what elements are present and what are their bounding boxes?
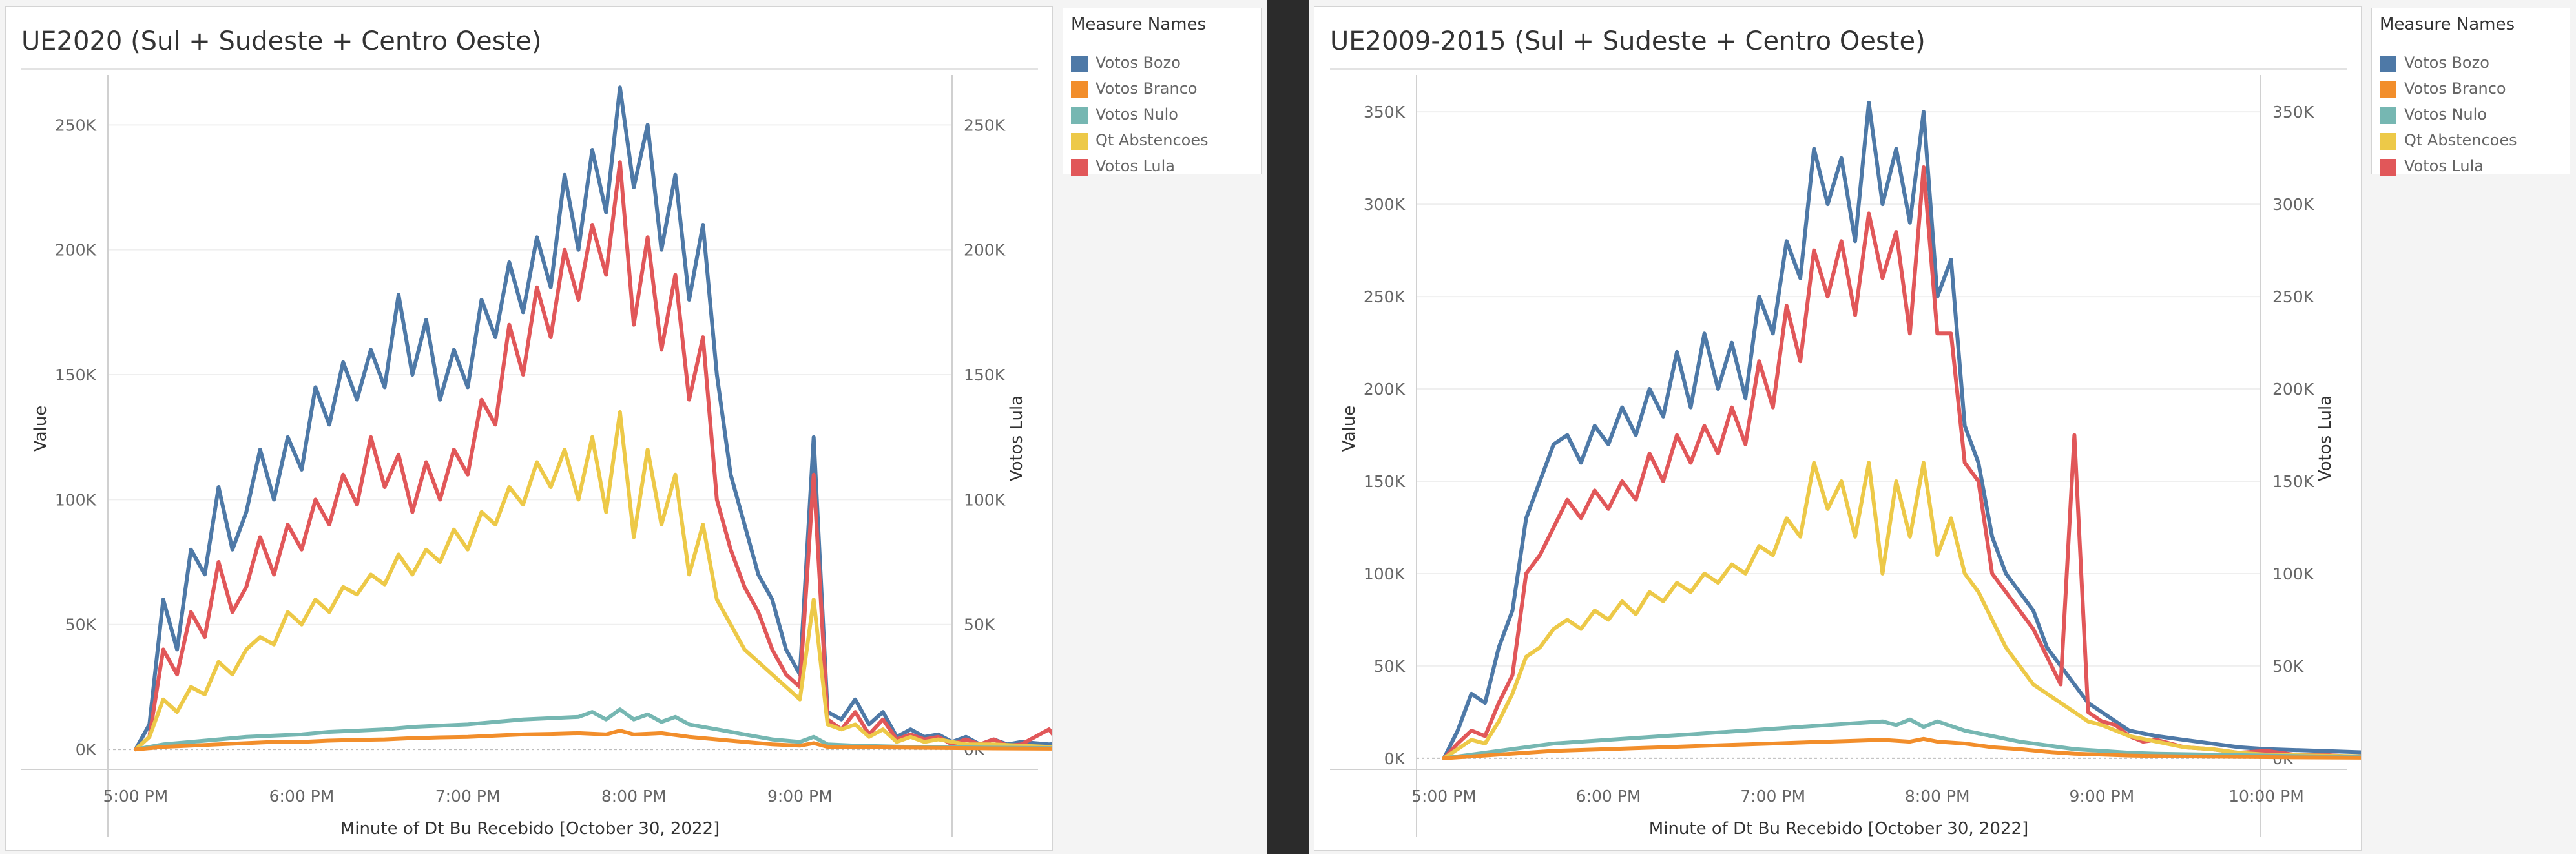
y-tick-label: 200K (1364, 380, 1406, 399)
y-tick-label: 300K (1364, 195, 1406, 214)
y-tick-label: 250K (55, 116, 97, 134)
chart-plot[interactable]: 0K 0K50K 50K100K 100K150K 150K200K 200K250K 25… (6, 7, 1052, 850)
legend-title: Measure Names (2380, 15, 2515, 34)
y2-axis-title: Votos Lula (2316, 395, 2335, 481)
y2-tick-label: 50K (2272, 657, 2304, 676)
y2-tick-label: 100K (964, 490, 1006, 509)
legend[interactable]: Measure Names Votos Bozo Votos Branco Voto… (2371, 8, 2570, 176)
legend[interactable]: Measure Names Votos Bozo Votos Branco Voto… (1063, 8, 1262, 176)
legend-swatch (2380, 159, 2396, 176)
legend-swatch (2380, 56, 2396, 72)
legend-label: Votos Lula (1096, 157, 1175, 175)
y-tick-label: 100K (55, 490, 97, 509)
legend-label: Qt Abstencoes (1096, 131, 1209, 149)
y-tick-label: 150K (55, 366, 97, 384)
x-tick-label: 9:00 PM (2070, 787, 2135, 806)
legend-swatch (1071, 107, 1088, 124)
y-tick-label: 100K (1364, 565, 1406, 583)
chart-plot[interactable]: 0K 0K50K 50K100K 100K150K 150K200K 200K250K 25… (1314, 7, 2361, 850)
x-tick-label: 10:00 PM (2228, 787, 2304, 806)
left-dashboard: UE2020 (Sul + Sudeste + Centro Oeste) 0K… (0, 0, 1267, 854)
legend-label: Votos Branco (2404, 79, 2506, 98)
y-tick-label: 50K (1374, 657, 1406, 676)
legend-swatch (1071, 159, 1088, 176)
y2-tick-label: 250K (2272, 287, 2314, 306)
legend-swatch (1071, 81, 1088, 98)
series-line-votos-bozo[interactable] (1442, 100, 2361, 760)
y2-tick-label: 250K (964, 116, 1006, 134)
legend-label: Votos Lula (2404, 157, 2484, 175)
x-tick-label: 8:00 PM (1905, 787, 1970, 806)
right-dashboard: UE2009-2015 (Sul + Sudeste + Centro Oest… (1309, 0, 2576, 854)
legend-swatch (2380, 81, 2396, 98)
right-chart-sheet: UE2009-2015 (Sul + Sudeste + Centro Oest… (1314, 6, 2362, 851)
y-axis-title: Value (31, 406, 50, 452)
y-tick-label: 150K (1364, 472, 1406, 491)
legend-label: Votos Bozo (1096, 54, 1181, 72)
series-line-qt-abstencoes[interactable] (1442, 461, 2361, 760)
x-tick-label: 8:00 PM (601, 787, 667, 806)
y-tick-label: 0K (76, 740, 97, 759)
y2-tick-label: 350K (2272, 103, 2314, 121)
x-tick-label: 9:00 PM (767, 787, 833, 806)
series-line-qt-abstencoes[interactable] (133, 410, 1052, 752)
legend-title: Measure Names (1071, 15, 1207, 34)
y2-tick-label: 200K (2272, 380, 2314, 399)
x-tick-label: 5:00 PM (103, 787, 168, 806)
x-tick-label: 7:00 PM (1740, 787, 1805, 806)
y-tick-label: 0K (1384, 749, 1406, 768)
y-axis-title: Value (1340, 406, 1359, 452)
legend-swatch (1071, 56, 1088, 72)
legend-label: Votos Nulo (1096, 105, 1178, 123)
y-tick-label: 250K (1364, 287, 1406, 306)
legend-label: Qt Abstencoes (2404, 131, 2517, 149)
x-axis-title: Minute of Dt Bu Recebido [October 30, 20… (1649, 819, 2028, 838)
y2-tick-label: 100K (2272, 565, 2314, 583)
legend-label: Votos Nulo (2404, 105, 2487, 123)
y2-tick-label: 150K (2272, 472, 2314, 491)
x-tick-label: 6:00 PM (1576, 787, 1641, 806)
y2-tick-label: 200K (964, 241, 1006, 260)
y2-axis-title: Votos Lula (1007, 395, 1026, 481)
y-tick-label: 200K (55, 241, 97, 260)
y2-tick-label: 300K (2272, 195, 2314, 214)
legend-swatch (2380, 107, 2396, 124)
x-axis-title: Minute of Dt Bu Recebido [October 30, 20… (340, 819, 720, 838)
legend-label: Votos Bozo (2404, 54, 2489, 72)
left-chart-sheet: UE2020 (Sul + Sudeste + Centro Oeste) 0K… (5, 6, 1053, 851)
legend-label: Votos Branco (1096, 79, 1198, 98)
y-tick-label: 50K (65, 616, 97, 634)
x-tick-label: 6:00 PM (269, 787, 335, 806)
legend-swatch (1071, 133, 1088, 150)
legend-swatch (2380, 133, 2396, 150)
y2-tick-label: 50K (964, 616, 995, 634)
x-tick-label: 7:00 PM (435, 787, 501, 806)
x-tick-label: 5:00 PM (1411, 787, 1477, 806)
y2-tick-label: 150K (964, 366, 1006, 384)
series-line-votos-bozo[interactable] (133, 85, 1052, 752)
y-tick-label: 350K (1364, 103, 1406, 121)
